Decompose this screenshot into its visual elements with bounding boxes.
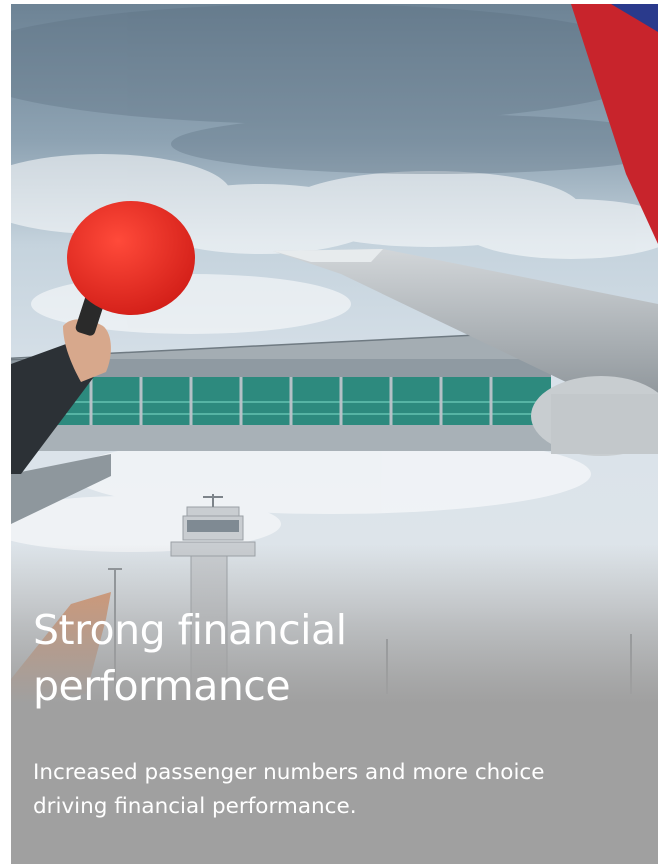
subtitle-line-1: Increased passenger numbers and more cho… (33, 760, 545, 785)
hero-card: Strong financial performance Increased p… (11, 4, 658, 864)
title-line-2: performance (33, 662, 291, 710)
page-title: Strong financial performance (33, 602, 593, 714)
title-line-1: Strong financial (33, 606, 347, 654)
subtitle-line-2: driving financial performance. (33, 794, 357, 819)
text-overlay (11, 4, 658, 864)
page-subtitle: Increased passenger numbers and more cho… (33, 756, 633, 824)
